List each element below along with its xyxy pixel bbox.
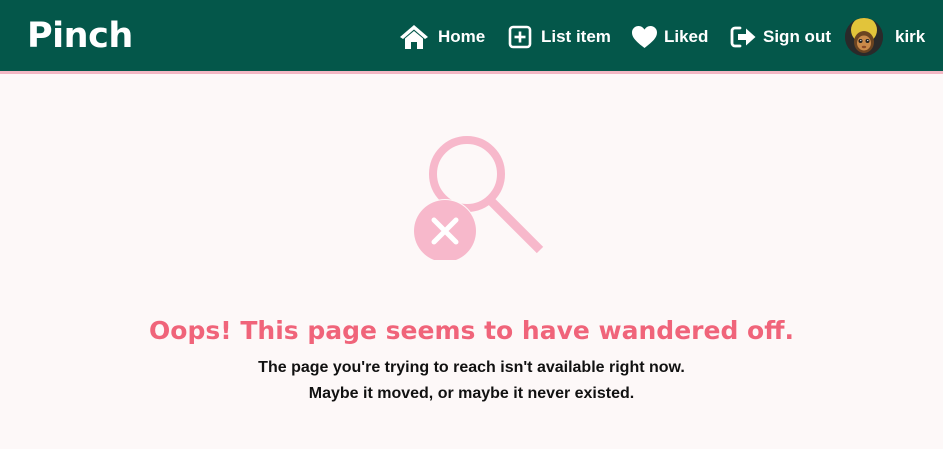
nav-list-item[interactable]: List item — [508, 20, 611, 54]
nav-liked-label: Liked — [664, 27, 709, 46]
nav-user-profile[interactable]: kirk — [845, 18, 925, 56]
nav-home[interactable]: Home — [399, 20, 485, 54]
nav-liked[interactable]: Liked — [631, 20, 708, 54]
plus-square-icon — [508, 25, 532, 49]
search-error-icon — [404, 134, 550, 265]
avatar[interactable] — [845, 18, 883, 56]
heart-icon — [631, 25, 658, 49]
sign-out-icon — [730, 25, 757, 49]
error-message-line-1: The page you're trying to reach isn't av… — [258, 359, 685, 376]
nav-home-label: Home — [438, 27, 486, 46]
top-navbar: Pinch Home List item Liked Sign out kirk — [0, 0, 943, 74]
error-message-line-2: Maybe it moved, or maybe it never existe… — [308, 385, 635, 402]
nav-sign-out[interactable]: Sign out — [730, 20, 831, 54]
nav-list-item-label: List item — [541, 27, 611, 46]
nav-username: kirk — [895, 27, 926, 46]
nav-sign-out-label: Sign out — [763, 27, 831, 46]
home-icon — [399, 23, 429, 51]
brand-logo[interactable]: Pinch — [27, 14, 133, 58]
error-title: Oops! This page seems to have wandered o… — [149, 316, 794, 345]
